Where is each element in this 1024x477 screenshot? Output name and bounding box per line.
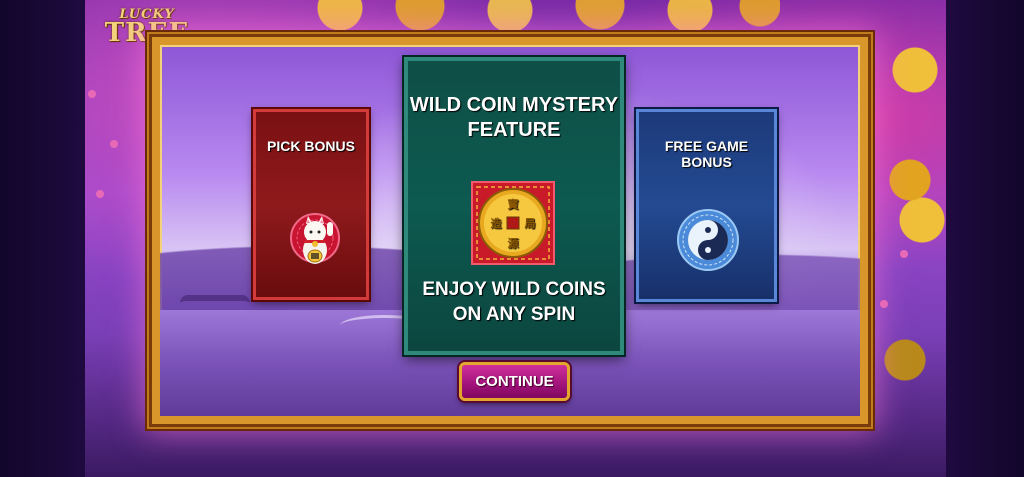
wild-coin-subtitle: ENJOY WILD COINS ON ANY SPIN (422, 279, 606, 325)
free-game-bonus-title: FREE GAME BONUS (664, 138, 749, 170)
free-game-bonus-card: FREE GAME BONUS (636, 109, 777, 302)
pagoda-scenery (180, 295, 250, 341)
pick-bonus-card: PICK BONUS (253, 109, 369, 300)
lucky-cat-icon (290, 210, 340, 270)
top-coins-decoration (300, 0, 780, 36)
blossom (900, 250, 908, 258)
yin-yang-icon (677, 209, 739, 271)
svg-text:寳: 寳 (508, 197, 519, 211)
continue-button[interactable]: CONTINUE (459, 362, 570, 401)
gold-coin-icon: 寳 局 造 源 (471, 181, 555, 265)
blossom (96, 190, 104, 198)
blossom (110, 140, 118, 148)
wild-coin-title: WILD COIN MYSTERY FEATURE (409, 94, 619, 141)
right-coins-decoration (870, 40, 946, 440)
blossom (880, 300, 888, 308)
wild-coin-card: WILD COIN MYSTERY FEATURE 寳 局 造 源 ENJOY … (404, 57, 624, 355)
blossom (88, 90, 96, 98)
right-border (946, 0, 1024, 477)
svg-text:造: 造 (491, 216, 503, 230)
pick-bonus-title: PICK BONUS (267, 138, 355, 154)
svg-text:局: 局 (524, 217, 536, 230)
svg-text:源: 源 (508, 236, 519, 250)
left-border (0, 0, 85, 477)
